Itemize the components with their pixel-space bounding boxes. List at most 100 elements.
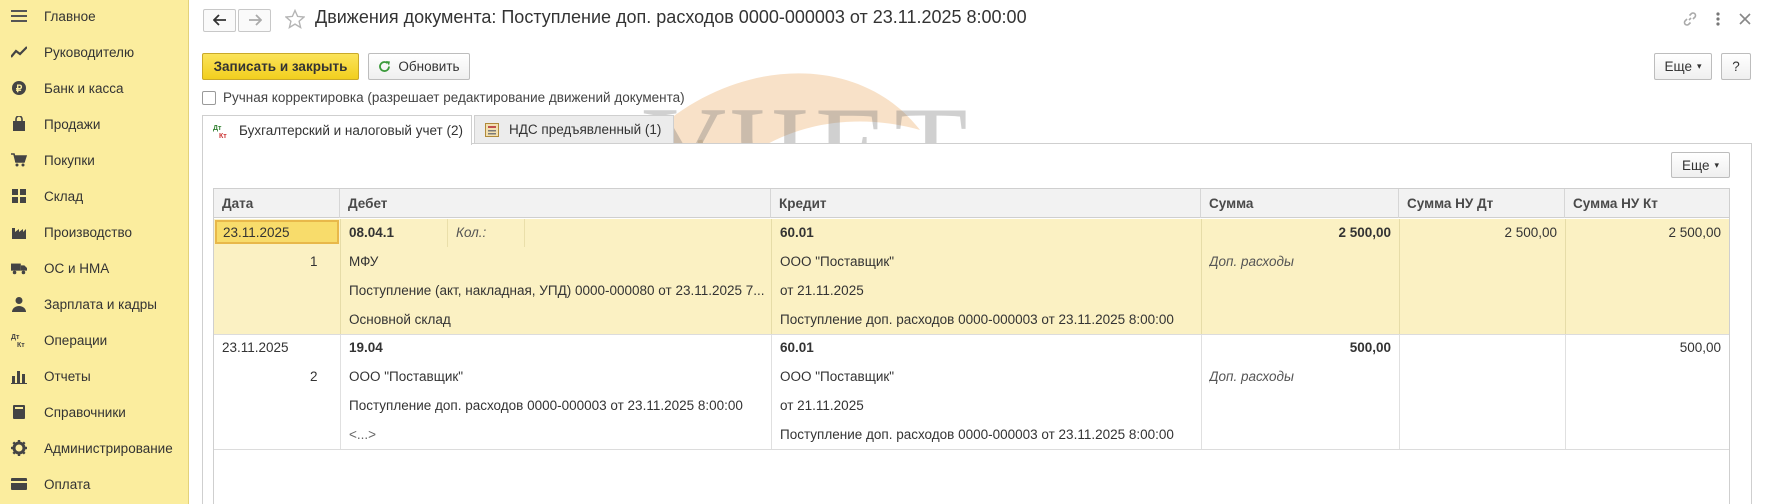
table-row[interactable]: 23.11.2025 2 19.04 ООО "Поставщик" Посту… — [214, 335, 1729, 449]
column-header-sum[interactable]: Сумма — [1201, 189, 1399, 218]
credit-subconto-1[interactable]: ООО "Поставщик" — [780, 369, 1195, 384]
sidebar: Главное Руководителю ₽ Банк и касса Прод… — [0, 0, 189, 504]
credit-account[interactable]: 60.01 — [780, 225, 814, 240]
person-icon — [11, 296, 27, 312]
date-cell[interactable]: 23.11.2025 — [222, 340, 289, 355]
svg-text:Дт: Дт — [11, 334, 20, 341]
manual-correction-label: Ручная корректировка (разрешает редактир… — [223, 90, 685, 105]
column-header-sum-nu-kt[interactable]: Сумма НУ Кт — [1565, 189, 1729, 218]
credit-subconto-3[interactable]: Поступление доп. расходов 0000-000003 от… — [780, 312, 1195, 327]
refresh-label: Обновить — [398, 59, 460, 74]
save-close-button[interactable]: Записать и закрыть — [202, 53, 359, 80]
sidebar-item-label: Банк и касса — [44, 80, 124, 96]
debit-subconto-2[interactable]: Поступление доп. расходов 0000-000003 от… — [349, 398, 764, 413]
credit-account[interactable]: 60.01 — [780, 340, 814, 355]
table-header: Дата Дебет Кредит Сумма Сумма НУ Дт Сумм… — [214, 189, 1729, 218]
sidebar-item-production[interactable]: Производство — [0, 217, 189, 247]
sidebar-item-label: Операции — [44, 332, 108, 348]
coin-icon: ₽ — [11, 80, 27, 96]
app-window: Главное Руководителю ₽ Банк и касса Прод… — [0, 0, 1766, 504]
sum-note: Доп. расходы — [1209, 369, 1294, 384]
sum-note: Доп. расходы — [1209, 254, 1294, 269]
dropdown-arrow-icon: ▾ — [1696, 61, 1702, 71]
svg-text:Кт: Кт — [219, 133, 227, 139]
sidebar-item-directories[interactable]: Справочники — [0, 397, 189, 427]
close-icon[interactable] — [1735, 9, 1755, 29]
favorite-star-icon[interactable] — [284, 8, 306, 32]
debit-subconto-1[interactable]: МФУ — [349, 254, 764, 269]
row-number: 1 — [310, 254, 318, 269]
sum-nu-kt-cell[interactable]: 2 500,00 — [1568, 225, 1721, 240]
sidebar-item-main[interactable]: Главное — [0, 1, 189, 31]
column-header-credit[interactable]: Кредит — [771, 189, 1201, 218]
sidebar-item-label: Администрирование — [44, 440, 173, 456]
debit-subconto-2[interactable]: Поступление (акт, накладная, УПД) 0000-0… — [349, 283, 764, 298]
page-title: Движения документа: Поступление доп. рас… — [315, 7, 1027, 27]
column-header-debit[interactable]: Дебет — [340, 189, 771, 218]
sidebar-item-fixed-assets[interactable]: ОС и НМА — [0, 253, 189, 283]
sidebar-item-label: Зарплата и кадры — [44, 296, 157, 312]
manual-correction-checkbox[interactable] — [202, 91, 216, 105]
column-header-date[interactable]: Дата — [214, 189, 340, 218]
debit-account[interactable]: 19.04 — [349, 340, 383, 355]
sidebar-item-reports[interactable]: Отчеты — [0, 361, 189, 391]
bag-icon — [11, 116, 27, 132]
debit-subconto-3[interactable]: <...> — [349, 427, 764, 442]
date-cell[interactable]: 23.11.2025 — [215, 220, 339, 244]
sum-nu-dt-cell[interactable]: 2 500,00 — [1402, 225, 1557, 240]
bar-chart-icon — [11, 368, 27, 384]
svg-text:Дт: Дт — [213, 125, 222, 132]
register-icon — [485, 122, 499, 137]
sidebar-item-manager[interactable]: Руководителю — [0, 37, 189, 67]
sidebar-item-salary[interactable]: Зарплата и кадры — [0, 289, 189, 319]
sidebar-item-label: Покупки — [44, 152, 95, 168]
movements-table: Дата Дебет Кредит Сумма Сумма НУ Дт Сумм… — [213, 188, 1730, 504]
credit-subconto-2[interactable]: от 21.11.2025 — [780, 283, 1195, 298]
more-vertical-icon[interactable] — [1708, 9, 1728, 29]
back-button[interactable] — [203, 9, 236, 32]
credit-subconto-3[interactable]: Поступление доп. расходов 0000-000003 от… — [780, 427, 1195, 442]
credit-subconto-2[interactable]: от 21.11.2025 — [780, 398, 1195, 413]
forward-button[interactable] — [238, 9, 271, 32]
tab-accounting[interactable]: Дт Кт Бухгалтерский и налоговый учет (2) — [202, 115, 472, 145]
refresh-button[interactable]: Обновить — [368, 53, 470, 80]
sidebar-item-purchases[interactable]: Покупки — [0, 145, 189, 175]
credit-subconto-1[interactable]: ООО "Поставщик" — [780, 254, 1195, 269]
sidebar-item-payment[interactable]: Оплата — [0, 469, 189, 499]
sidebar-item-label: Продажи — [44, 116, 101, 132]
sidebar-item-label: Руководителю — [44, 44, 135, 60]
sidebar-item-bank[interactable]: ₽ Банк и касса — [0, 73, 189, 103]
more-button[interactable]: Еще ▾ — [1654, 53, 1712, 80]
menu-icon — [11, 8, 27, 24]
tab-vat[interactable]: НДС предъявленный (1) — [474, 115, 674, 144]
sidebar-item-label: Отчеты — [44, 368, 91, 384]
sidebar-item-administration[interactable]: Администрирование — [0, 433, 189, 463]
sidebar-item-warehouse[interactable]: Склад — [0, 181, 189, 211]
column-header-sum-nu-dt[interactable]: Сумма НУ Дт — [1399, 189, 1565, 218]
debit-subconto-3[interactable]: Основной склад — [349, 312, 764, 327]
refresh-icon — [378, 60, 391, 73]
table-more-button[interactable]: Еще ▾ — [1671, 152, 1730, 178]
debit-account[interactable]: 08.04.1 — [349, 225, 394, 240]
factory-icon — [11, 224, 27, 240]
more-label: Еще — [1682, 157, 1710, 173]
sidebar-item-operations[interactable]: Дт Кт Операции — [0, 325, 189, 355]
debit-subconto-1[interactable]: ООО "Поставщик" — [349, 369, 764, 384]
sum-cell[interactable]: 500,00 — [1204, 340, 1391, 355]
sidebar-item-label: Главное — [44, 8, 96, 24]
dt-kt-icon: Дт Кт — [11, 332, 27, 348]
dropdown-arrow-icon: ▾ — [1714, 159, 1719, 170]
link-icon[interactable] — [1680, 9, 1700, 29]
sum-cell[interactable]: 2 500,00 — [1204, 225, 1391, 240]
sidebar-item-label: Справочники — [44, 404, 126, 420]
cart-icon — [11, 152, 27, 168]
more-label: Еще — [1664, 59, 1692, 74]
tab-label: Бухгалтерский и налоговый учет (2) — [239, 123, 463, 138]
gear-icon — [11, 440, 27, 456]
sum-nu-kt-cell[interactable]: 500,00 — [1568, 340, 1721, 355]
sidebar-item-label: Склад — [44, 188, 84, 204]
sidebar-item-sales[interactable]: Продажи — [0, 109, 189, 139]
help-button[interactable]: ? — [1721, 53, 1751, 80]
table-row[interactable]: 23.11.2025 1 08.04.1 Кол.: МФУ Поступлен… — [214, 219, 1729, 334]
card-icon — [11, 476, 27, 492]
